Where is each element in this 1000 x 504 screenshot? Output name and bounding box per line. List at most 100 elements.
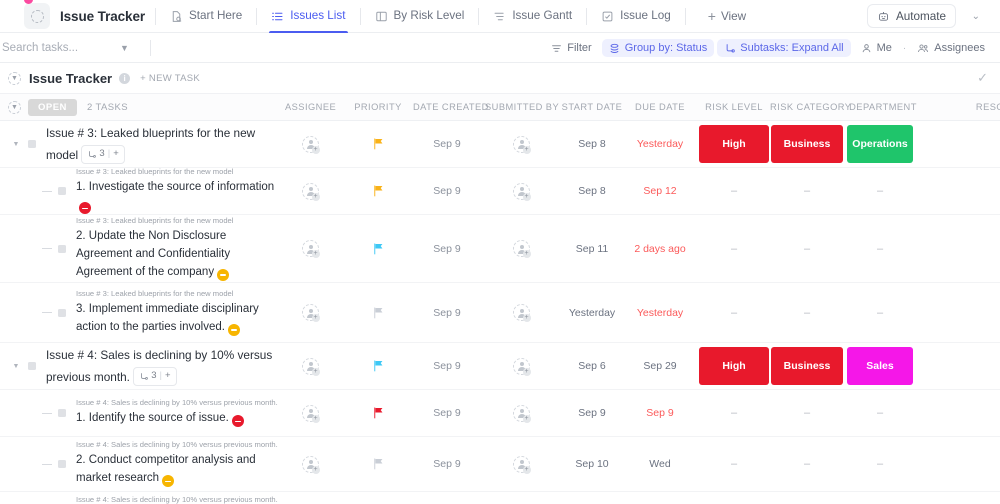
empty-cell[interactable]: – [698,168,770,214]
expand-toggle[interactable]: ▼ [10,141,22,148]
chevron-down-icon[interactable]: ▼ [120,43,129,53]
priority-cell[interactable] [352,283,404,342]
due-date-cell[interactable]: 2 days ago [631,215,689,282]
priority-cell[interactable] [352,343,404,389]
assignee-avatar[interactable]: + [302,304,319,321]
start-date-cell[interactable]: Sep 9 [561,390,623,436]
tag-cell[interactable]: High [698,121,770,167]
search-input[interactable] [2,42,120,54]
column-header-department[interactable]: DEPARTMENT [846,102,920,112]
date-created-cell[interactable]: Sep 9 [413,168,481,214]
task-name-cell[interactable]: ▼Issue # 4: Sales is declining by 10% ve… [0,343,285,389]
assignee-cell[interactable]: + [285,343,335,389]
tag-cell[interactable]: Business [770,343,844,389]
table-row-subtask[interactable]: Issue # 4: Sales is declining by 10% ver… [0,492,1000,504]
task-title[interactable]: 1. Investigate the source of information [76,179,285,215]
assignee-cell[interactable]: + [285,283,335,342]
priority-cell[interactable] [352,437,404,491]
tag-cell[interactable]: Operations [846,121,914,167]
priority-flag-icon[interactable] [373,243,384,255]
empty-cell[interactable]: – [698,390,770,436]
tab-start-here[interactable]: Start Here [166,0,246,33]
filter-button[interactable]: Filter [544,39,598,57]
due-date-cell[interactable]: Sep 29 [631,343,689,389]
assignee-cell[interactable]: + [285,390,335,436]
task-name-cell[interactable]: Issue # 4: Sales is declining by 10% ver… [0,492,285,504]
automate-button[interactable]: Automate [867,4,956,28]
assignee-cell[interactable]: + [285,215,335,282]
empty-cell[interactable]: – [846,492,914,504]
assignee-avatar[interactable]: + [302,456,319,473]
submitted-by-cell[interactable]: + [485,168,557,214]
empty-cell[interactable]: – [846,283,914,342]
collapse-group-toggle[interactable]: ▼ [8,101,21,114]
submitted-by-avatar[interactable]: + [513,358,530,375]
empty-cell[interactable]: – [698,215,770,282]
start-date-cell[interactable]: Sep 11 [561,215,623,282]
due-date-cell[interactable]: Yesterday [631,121,689,167]
submitted-by-cell[interactable]: + [485,121,557,167]
status-badge[interactable]: OPEN [28,99,77,116]
empty-cell[interactable]: – [846,437,914,491]
priority-cell[interactable] [352,492,404,504]
priority-flag-icon[interactable] [373,307,384,319]
due-date-cell[interactable]: Sep 29 [631,492,689,504]
task-name-cell[interactable]: Issue # 3: Leaked blueprints for the new… [0,168,285,214]
task-name-cell[interactable]: Issue # 4: Sales is declining by 10% ver… [0,390,285,436]
task-title[interactable]: 1. Identify the source of issue. [76,410,285,428]
submitted-by-avatar[interactable]: + [513,405,530,422]
date-created-cell[interactable]: Sep 9 [413,343,481,389]
submitted-by-avatar[interactable]: + [513,240,530,257]
assignee-cell[interactable]: + [285,168,335,214]
task-name-cell[interactable]: Issue # 3: Leaked blueprints for the new… [0,283,285,342]
column-header-risk-category[interactable]: RISK CATEGORY [770,102,848,112]
due-date-cell[interactable]: Sep 9 [631,390,689,436]
task-title[interactable]: 3. Implement immediate disciplinary acti… [76,301,285,337]
task-name-cell[interactable]: ▼ Issue # 3: Leaked blueprints for the ne… [0,121,285,167]
due-date-cell[interactable]: Yesterday [631,283,689,342]
submitted-by-avatar[interactable]: + [513,136,530,153]
table-row-task[interactable]: ▼ Issue # 3: Leaked blueprints for the ne… [0,121,1000,168]
submitted-by-cell[interactable]: + [485,215,557,282]
due-date-cell[interactable]: Sep 12 [631,168,689,214]
empty-cell[interactable]: – [698,283,770,342]
info-icon[interactable]: i [119,73,130,84]
submitted-by-avatar[interactable]: + [513,456,530,473]
priority-flag-icon[interactable] [373,407,384,419]
chevron-down-icon[interactable]: ⌄ [972,11,980,22]
due-date-cell[interactable]: Wed [631,437,689,491]
group-by-button[interactable]: Group by: Status [602,39,715,57]
submitted-by-avatar[interactable]: + [513,183,530,200]
task-checkbox[interactable] [58,309,66,317]
task-name-cell[interactable]: Issue # 4: Sales is declining by 10% ver… [0,437,285,491]
column-header-date-created[interactable]: DATE CREATED [413,102,481,112]
empty-cell[interactable]: – [770,492,844,504]
task-checkbox[interactable] [58,187,66,195]
empty-cell[interactable]: – [698,437,770,491]
date-created-cell[interactable]: Sep 9 [413,492,481,504]
start-date-cell[interactable]: Sep 8 [561,121,623,167]
priority-flag-icon[interactable] [373,458,384,470]
task-title[interactable]: Issue # 3: Leaked blueprints for the new… [46,124,285,164]
column-header-due-date[interactable]: DUE DATE [631,102,689,112]
submitted-by-cell[interactable]: + [485,343,557,389]
subtasks-button[interactable]: Subtasks: Expand All [717,39,850,57]
tab-by-risk-level[interactable]: By Risk Level [371,0,469,33]
start-date-cell[interactable]: Sep 6 [561,343,623,389]
task-name-cell[interactable]: Issue # 3: Leaked blueprints for the new… [0,215,285,282]
task-checkbox[interactable] [58,460,66,468]
priority-cell[interactable] [352,215,404,282]
submitted-by-cell[interactable]: + [485,492,557,504]
assignee-avatar[interactable]: + [302,136,319,153]
assignee-avatar[interactable]: + [302,240,319,257]
task-checkbox[interactable] [58,409,66,417]
tag-cell[interactable]: Sales [846,343,914,389]
assignees-button[interactable]: Assignees [910,39,992,57]
priority-cell[interactable] [352,390,404,436]
start-date-cell[interactable]: Sep 10 [561,437,623,491]
empty-cell[interactable]: – [698,492,770,504]
start-date-cell[interactable]: Fri [561,492,623,504]
assignee-avatar[interactable]: + [302,405,319,422]
submitted-by-cell[interactable]: + [485,437,557,491]
add-view-button[interactable]: + View [708,9,746,23]
